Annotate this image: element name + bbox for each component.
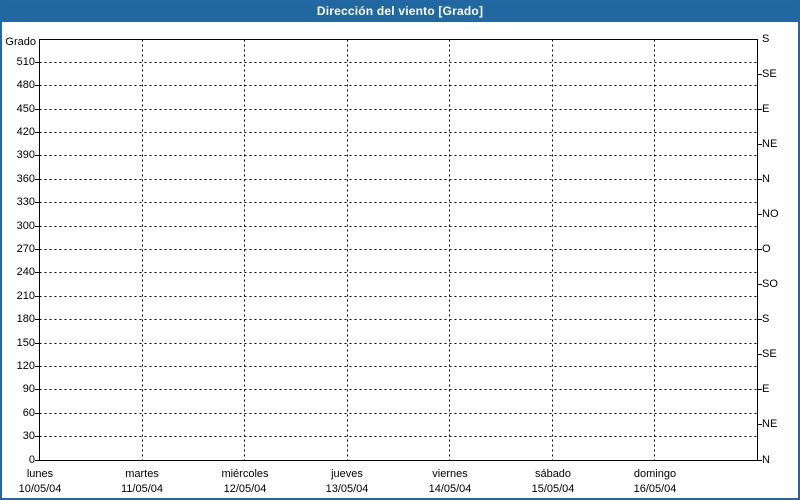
left-axis-tick-label: 60	[22, 407, 35, 419]
left-axis-tick-label: 510	[16, 56, 35, 68]
x-axis-day-label: sábado	[534, 468, 572, 480]
left-axis-tick-label: 450	[16, 103, 35, 115]
right-axis-tick-label: E	[762, 103, 770, 115]
right-axis-tick-label: SE	[762, 348, 777, 360]
x-axis-date-label: 10/05/04	[18, 483, 62, 495]
left-axis-tick-label: 420	[16, 126, 35, 138]
left-axis-tick-label: 300	[16, 220, 35, 232]
x-axis-date-label: 15/05/04	[531, 483, 575, 495]
right-axis-tick-label: O	[762, 243, 771, 255]
left-axis-title: Grado	[5, 36, 36, 48]
x-axis-day-label: martes	[125, 468, 159, 480]
right-axis-tick-label: SE	[762, 68, 777, 80]
left-axis-tick-label: 180	[16, 313, 35, 325]
right-axis-tick-label: NE	[762, 418, 778, 430]
left-axis-tick-label: 120	[16, 360, 35, 372]
left-axis-tick-label: 240	[16, 266, 35, 278]
plot-grid	[35, 39, 762, 461]
right-axis-tick-label: NO	[762, 208, 779, 220]
x-axis-day-label: domingo	[633, 468, 677, 480]
left-axis-tick-label: 330	[16, 196, 35, 208]
left-axis-tick-label: 360	[16, 173, 35, 185]
right-axis-tick-label: NE	[762, 138, 778, 150]
x-axis-day-label: jueves	[331, 468, 363, 480]
x-axis-date-label: 14/05/04	[428, 483, 472, 495]
left-axis-tick-label: 270	[16, 243, 35, 255]
right-axis-tick-label: N	[762, 173, 770, 185]
right-axis-tick-label: N	[762, 454, 770, 466]
x-axis-date-label: 11/05/04	[120, 483, 163, 495]
left-axis-tick-label: 210	[16, 290, 35, 302]
left-axis-tick-label: 90	[22, 383, 35, 395]
left-axis-tick-label: 480	[16, 79, 35, 91]
right-axis-tick-label: SO	[762, 278, 778, 290]
right-axis-tick-label: E	[762, 383, 770, 395]
x-axis-day-label: lunes	[26, 468, 54, 480]
x-axis-date-label: 16/05/04	[633, 483, 677, 495]
x-axis-date-label: 13/05/04	[325, 483, 369, 495]
right-axis-tick-label: S	[762, 313, 770, 325]
right-axis-tick-label: S	[762, 33, 770, 45]
left-axis-tick-label: 390	[16, 149, 35, 161]
left-axis-tick-label: 150	[16, 337, 35, 349]
x-axis-day-label: viernes	[432, 468, 468, 480]
wind-direction-chart-window: Dirección del viento [Grado] Grado 510 4…	[0, 0, 800, 500]
left-axis-tick-label: 0	[28, 454, 35, 466]
x-axis-date-label: 12/05/04	[223, 483, 267, 495]
x-axis-day-label: miércoles	[221, 468, 269, 480]
left-axis-tick-label: 30	[22, 430, 35, 442]
